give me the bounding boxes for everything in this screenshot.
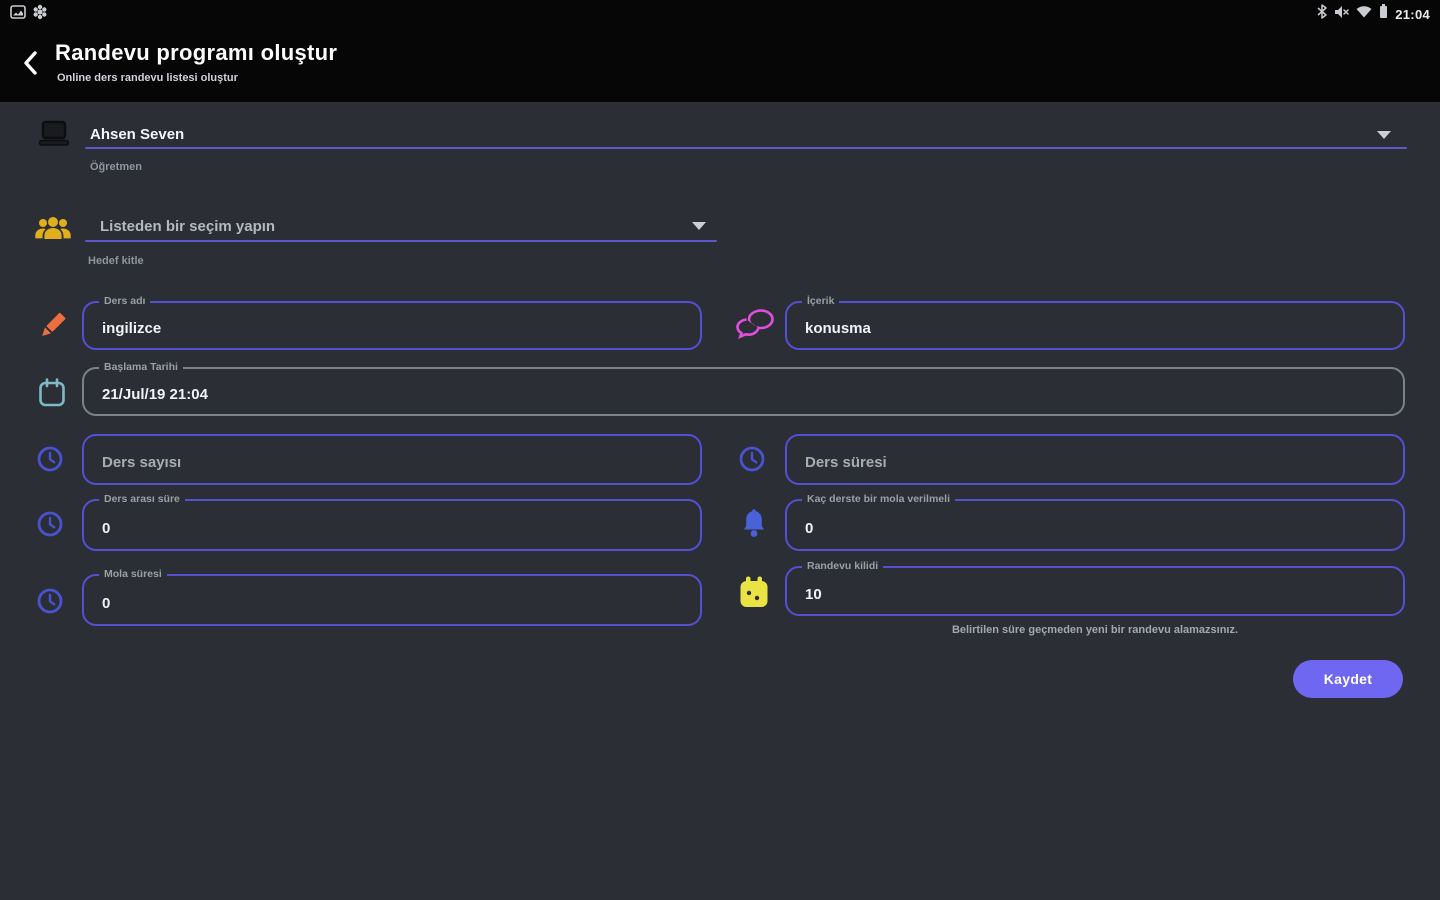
break-duration-input[interactable] — [84, 576, 700, 624]
lesson-name-field-wrap: Ders adı — [82, 295, 702, 350]
start-date-field-wrap: Başlama Tarihi — [82, 361, 1405, 416]
content-field-wrap: İçerik — [785, 295, 1405, 350]
bell-icon — [742, 508, 766, 545]
chevron-left-icon — [22, 50, 38, 79]
lesson-count-input[interactable] — [84, 436, 700, 483]
break-gap-field-wrap: Ders arası süre — [82, 493, 702, 551]
chevron-down-icon — [1377, 131, 1391, 139]
people-group-icon — [34, 214, 72, 247]
appointment-lock-input[interactable] — [787, 568, 1403, 614]
save-button[interactable]: Kaydet — [1293, 660, 1403, 698]
volume-muted-icon — [1334, 5, 1349, 24]
status-clock: 21:04 — [1395, 6, 1430, 22]
clock-icon — [36, 510, 64, 543]
chevron-down-icon — [692, 222, 706, 230]
teacher-select-value: Ahsen Seven — [90, 126, 185, 143]
header-block: 21:04 Randevu programı oluştur Online de… — [0, 0, 1440, 102]
clock-icon — [738, 445, 766, 478]
lesson-duration-input[interactable] — [787, 436, 1403, 483]
calendar-yellow-icon — [739, 576, 769, 615]
laptop-icon — [38, 120, 70, 153]
status-bar: 21:04 — [0, 0, 1440, 28]
bluetooth-icon — [1317, 4, 1327, 24]
flower-notification-icon — [32, 4, 48, 25]
break-frequency-input[interactable] — [787, 501, 1403, 549]
screenshot-icon — [10, 4, 26, 24]
status-left-icons — [10, 4, 48, 25]
calendar-icon — [38, 378, 66, 413]
clock-icon — [36, 445, 64, 478]
break-gap-input[interactable] — [84, 501, 700, 549]
clock-icon — [36, 587, 64, 620]
page-title: Randevu programı oluştur — [55, 40, 338, 65]
appointment-lock-helper: Belirtilen süre geçmeden yeni bir randev… — [951, 624, 1239, 636]
back-button[interactable] — [16, 48, 44, 80]
pencil-icon — [36, 308, 68, 349]
break-duration-field-wrap: Mola süresi — [82, 568, 702, 626]
teacher-underline — [85, 147, 1407, 149]
chat-bubbles-icon — [735, 308, 775, 345]
page-subtitle: Online ders randevu listesi oluştur — [57, 72, 238, 84]
status-right-icons: 21:04 — [1317, 4, 1430, 24]
teacher-helper-label: Öğretmen — [90, 161, 142, 173]
app-bar: Randevu programı oluştur Online ders ran… — [0, 28, 1440, 102]
screen: 21:04 Randevu programı oluştur Online de… — [0, 0, 1440, 900]
content-input[interactable] — [787, 303, 1403, 348]
appointment-lock-field-wrap: Randevu kilidi — [785, 560, 1405, 616]
audience-helper-label: Hedef kitle — [88, 255, 144, 267]
lesson-count-field-wrap — [82, 434, 702, 485]
battery-icon — [1379, 4, 1388, 24]
audience-underline — [85, 240, 717, 242]
lesson-name-input[interactable] — [84, 303, 700, 348]
audience-select-placeholder: Listeden bir seçim yapın — [100, 218, 276, 235]
lesson-duration-field-wrap — [785, 434, 1405, 485]
start-date-input[interactable] — [84, 369, 1403, 414]
wifi-icon — [1356, 5, 1372, 23]
break-frequency-field-wrap: Kaç derste bir mola verilmeli — [785, 493, 1405, 551]
